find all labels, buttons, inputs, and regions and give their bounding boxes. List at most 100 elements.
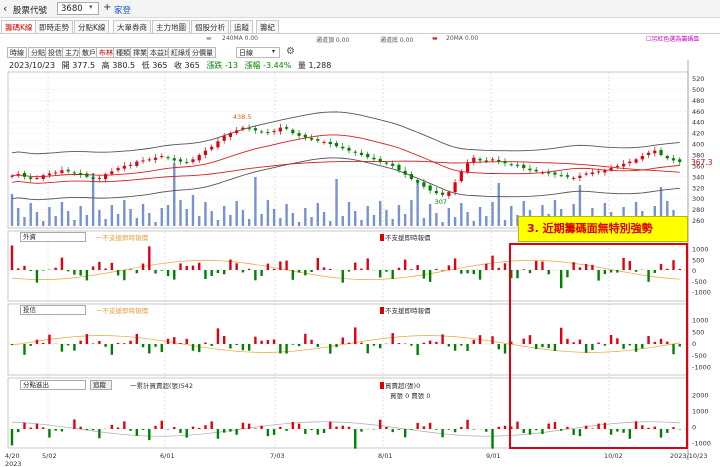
volume-bar: [135, 218, 139, 226]
foreign-bar: [285, 260, 288, 270]
foreign-bar: [279, 261, 282, 270]
candle-body: [653, 150, 657, 154]
candle-body: [278, 127, 282, 132]
volume-bar: [322, 212, 326, 226]
candle-body: [116, 168, 120, 171]
trust-bar: [428, 340, 432, 344]
branch-bar: [154, 425, 157, 429]
foreign-bar: [241, 270, 245, 273]
branch-bar: [397, 429, 401, 430]
volume-bar: [166, 205, 170, 226]
foreign-bar: [316, 257, 319, 270]
foreign-bar: [497, 267, 500, 270]
foreign-bar: [447, 265, 451, 270]
foreign-bar: [466, 270, 469, 274]
foreign-bar: [272, 268, 276, 270]
volume-bar: [160, 208, 163, 226]
foreign-bar: [66, 270, 70, 272]
trust-bar: [266, 340, 270, 344]
candle-body: [203, 150, 208, 155]
volume-bar: [385, 210, 388, 226]
highlight-box: [509, 243, 688, 449]
volume-bar: [397, 205, 401, 226]
branch-bar: [422, 426, 426, 429]
volume-bar: [79, 206, 82, 226]
candle-body: [434, 191, 438, 194]
volume-bar: [379, 201, 382, 226]
volume-bar: [497, 183, 500, 226]
branch-bar: [322, 429, 326, 434]
current-price-label: 367.3: [691, 158, 713, 167]
candle-body: [603, 170, 607, 173]
panel4-select[interactable]: 分點進出: [20, 380, 86, 390]
trust-bar: [85, 334, 89, 344]
foreign-bar: [148, 246, 151, 270]
foreign-bar: [410, 269, 413, 270]
panel2-select[interactable]: 外資: [20, 232, 86, 242]
volume-bar: [123, 200, 126, 226]
x-tick: 9/01: [486, 452, 501, 460]
foreign-bar: [29, 270, 32, 272]
foreign-bar: [216, 270, 220, 274]
foreign-bar: [472, 270, 476, 275]
foreign-bar: [191, 265, 195, 270]
branch-bar: [428, 422, 432, 429]
trust-bar: [179, 342, 182, 344]
branch-bar: [210, 421, 213, 429]
trust-bar: [73, 344, 76, 351]
branch-bar: [179, 429, 182, 433]
branch-bar: [379, 419, 382, 429]
price-tick: 260: [692, 217, 704, 225]
branch-bar: [247, 423, 251, 429]
trust-bar: [379, 344, 382, 349]
candle-body: [297, 133, 301, 136]
volume-bar: [297, 222, 301, 226]
candle-body: [66, 169, 70, 172]
panel4-bar-legend2: 買張 0 賣張 0: [390, 392, 431, 400]
annotation-callout: 3. 近期籌碼面無特別強勢: [518, 216, 688, 242]
branch-bar: [335, 426, 338, 429]
trust-bar: [110, 344, 114, 355]
trust-bar: [316, 344, 319, 347]
foreign-bar: [329, 268, 332, 270]
volume-bar: [360, 220, 363, 226]
candle-body: [122, 165, 126, 169]
candle-body: [372, 157, 376, 160]
candle-body: [241, 127, 245, 130]
candle-body: [453, 182, 457, 193]
volume-bar: [179, 200, 182, 226]
trust-bar: [372, 344, 376, 346]
candle-body: [503, 160, 507, 164]
candle-body: [609, 168, 613, 171]
trust-bar: [222, 335, 226, 344]
foreign-bar: [416, 265, 419, 270]
foreign-bar: [135, 270, 139, 274]
x-tick: 10/02: [604, 452, 623, 460]
x-year: 2023: [5, 460, 22, 467]
panel3-line-legend: 一不支援即時報價: [96, 307, 148, 315]
foreign-bar: [304, 270, 307, 276]
candle-body: [110, 171, 114, 175]
candle-body: [72, 172, 77, 174]
candle-body: [509, 164, 513, 166]
volume-bar: [66, 211, 70, 226]
foreign-bar: [17, 268, 20, 270]
branch-bar: [198, 427, 201, 429]
price-tick: 340: [692, 173, 704, 181]
trust-bar: [285, 344, 288, 354]
volume-bar: [472, 221, 476, 226]
branch-bar: [385, 426, 388, 429]
foreign-bar: [166, 270, 170, 277]
trust-bar: [497, 344, 500, 350]
volume-bar: [42, 221, 45, 226]
candle-body: [334, 142, 339, 147]
x-tick: 7/03: [270, 452, 285, 460]
trust-bar: [422, 342, 426, 344]
panel3-select[interactable]: 投信: [20, 305, 86, 315]
branch-bar: [254, 428, 257, 429]
volume-bar: [23, 217, 26, 226]
candle-body: [316, 139, 320, 141]
candle-body: [465, 163, 470, 172]
panel4-track-button[interactable]: 追蹤: [90, 380, 112, 390]
foreign-bar: [123, 270, 126, 281]
